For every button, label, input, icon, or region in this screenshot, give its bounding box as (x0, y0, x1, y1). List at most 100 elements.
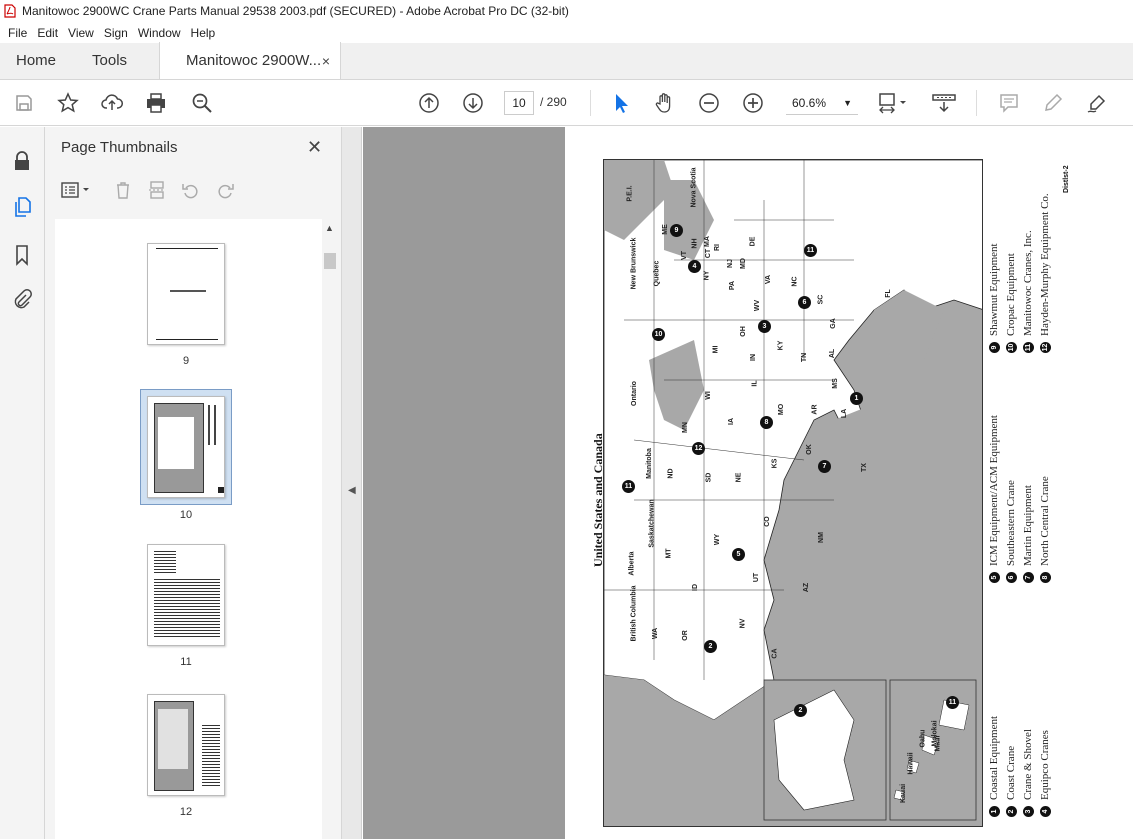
highlight-pen-icon[interactable] (1041, 91, 1065, 115)
province-manitoba: Manitoba (645, 448, 653, 479)
map-marker-11: 11 (804, 244, 817, 257)
scroll-up-icon[interactable]: ▲ (325, 223, 334, 233)
rotate-counterclockwise-icon[interactable] (179, 178, 203, 202)
zoom-level-select[interactable]: 60.6% ▼ (786, 91, 858, 115)
tab-home[interactable]: Home (0, 42, 72, 79)
state-sd: SD (705, 472, 713, 483)
tab-close-icon[interactable]: × (322, 53, 330, 69)
thumbnail-label: 10 (179, 509, 193, 521)
menu-edit[interactable]: Edit (33, 26, 62, 40)
state-nm: NM (817, 532, 825, 543)
menu-bar: File Edit View Sign Window Help (0, 22, 1133, 43)
main-area: Page Thumbnails ✕ 9 10 11 12 ▲ ◀ Nova Sc… (0, 127, 1133, 839)
select-cursor-icon[interactable] (609, 91, 633, 115)
bookmarks-icon[interactable] (10, 243, 34, 267)
state-de: DE (749, 236, 757, 247)
scrollbar-thumb[interactable] (324, 253, 336, 269)
previous-page-icon[interactable] (417, 91, 441, 115)
legend-item-3: 3 Crane & Shovel (1022, 729, 1034, 817)
lock-icon[interactable] (10, 149, 34, 173)
document-viewer[interactable]: Nova Scotia P.E.I. New Brunswick Quebec … (363, 127, 1133, 839)
state-ga: GA (829, 318, 837, 329)
comment-icon[interactable] (997, 91, 1021, 115)
next-page-icon[interactable] (461, 91, 485, 115)
state-me: ME (661, 224, 669, 235)
state-vt: VT (680, 251, 688, 260)
bookmark-star-icon[interactable] (56, 91, 80, 115)
menu-file[interactable]: File (4, 26, 31, 40)
menu-sign[interactable]: Sign (100, 26, 132, 40)
zoom-search-icon[interactable] (190, 91, 214, 115)
chevron-down-icon: ▼ (843, 97, 852, 108)
save-icon[interactable] (12, 91, 36, 115)
state-az: AZ (803, 582, 811, 593)
province-saskatchewan: Saskatchewan (648, 499, 656, 548)
province-british-columbia: British Columbia (630, 585, 638, 642)
sign-pen-icon[interactable] (1085, 91, 1109, 115)
legend-item-7: 7 Martin Equipment (1022, 485, 1034, 583)
collapse-arrow-icon[interactable]: ◀ (348, 485, 356, 496)
state-md: MD (739, 258, 747, 269)
state-ct: CT (705, 248, 713, 259)
province-alberta: Alberta (628, 551, 636, 576)
attachments-paperclip-icon[interactable] (10, 287, 34, 311)
map-marker-3: 3 (758, 320, 771, 333)
tab-document[interactable]: Manitowoc 2900W... × (159, 42, 342, 79)
thumbnails-scrollbar[interactable]: ▲ (322, 219, 338, 839)
state-mt: MT (665, 548, 673, 559)
tab-tools[interactable]: Tools (72, 42, 143, 79)
map-marker-2: 2 (704, 640, 717, 653)
state-nc: NC (791, 276, 799, 287)
scroll-mode-icon[interactable] (932, 91, 956, 115)
page-fit-icon[interactable] (876, 91, 910, 115)
thumbnail-list: 9 10 11 12 (55, 219, 323, 839)
thumbnail-image (147, 396, 225, 498)
page-thumbnails-icon[interactable] (10, 195, 34, 219)
map-marker-11: 11 (946, 696, 959, 709)
rotate-clockwise-icon[interactable] (213, 178, 237, 202)
upload-cloud-icon[interactable] (100, 91, 124, 115)
menu-window[interactable]: Window (134, 26, 185, 40)
zoom-out-icon[interactable] (697, 91, 721, 115)
state-id: ID (692, 584, 699, 591)
thumbnail-image (147, 544, 225, 646)
print-icon[interactable] (144, 91, 168, 115)
state-ks: KS (771, 458, 779, 469)
menu-help[interactable]: Help (187, 26, 220, 40)
state-ms: MS (831, 378, 839, 389)
page-reference: Distlst-2 (1063, 165, 1070, 193)
state-la: LA (841, 408, 849, 419)
panel-title: Page Thumbnails (61, 139, 178, 156)
state-ut: UT (753, 572, 761, 583)
panel-collapse-handle[interactable]: ◀ (342, 127, 362, 839)
panel-close-icon[interactable]: ✕ (307, 137, 322, 158)
zoom-in-icon[interactable] (741, 91, 765, 115)
state-ky: KY (777, 340, 785, 351)
state-mi: MI (712, 345, 720, 354)
toolbar: 10 / 290 60.6% ▼ (0, 80, 1133, 126)
state-in: IN (750, 354, 757, 361)
state-wy: WY (714, 533, 722, 546)
map-marker-12: 12 (692, 442, 705, 455)
map-marker-2: 2 (794, 704, 807, 717)
state-mn: MN (681, 422, 689, 433)
distributor-map: Nova Scotia P.E.I. New Brunswick Quebec … (603, 159, 983, 827)
extract-pages-icon[interactable] (145, 178, 169, 202)
province-ontario: Ontario (630, 381, 638, 406)
state-oh: OH (739, 326, 747, 337)
state-mo: MO (778, 403, 786, 416)
legend-item-12: 12 Hayden-Murphy Equipment Co. (1039, 193, 1051, 353)
state-wv: WV (754, 299, 762, 312)
province-nova-scotia: Nova Scotia (690, 167, 698, 208)
menu-view[interactable]: View (64, 26, 98, 40)
map-marker-11: 11 (622, 480, 635, 493)
thumbnail-image (147, 243, 225, 345)
page-total: / 290 (540, 95, 567, 109)
thumbnail-options-icon[interactable] (59, 178, 93, 202)
map-title: United States and Canada (591, 433, 605, 567)
page-number-input[interactable]: 10 (504, 91, 534, 115)
hand-tool-icon[interactable] (653, 91, 677, 115)
toolbar-divider (976, 90, 977, 116)
state-pa: PA (729, 280, 737, 291)
delete-page-icon[interactable] (111, 178, 135, 202)
